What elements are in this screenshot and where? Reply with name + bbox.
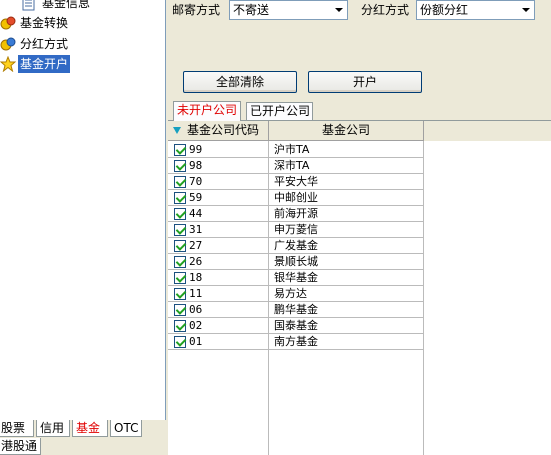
tab-label: 信用 <box>40 421 65 435</box>
table-row[interactable]: 06 鹏华基金 <box>168 302 424 318</box>
company-name-cell: 鹏华基金 <box>274 303 318 316</box>
company-name-cell: 易方达 <box>274 287 307 300</box>
dividend-method-label: 分红方式 <box>361 3 410 17</box>
company-name-cell: 南方基金 <box>274 335 318 348</box>
company-code-cell: 02 <box>189 319 203 332</box>
table-row[interactable]: 26 景顺长城 <box>168 254 424 270</box>
tab-stock[interactable]: 股票 <box>0 420 34 437</box>
column-header-label: 基金公司 <box>321 123 370 137</box>
row-checkbox[interactable] <box>174 272 186 284</box>
company-code-cell: 26 <box>189 255 203 268</box>
navigation-sidebar: 基金信息 基金转换 分红方式 基金开户 股票 信用 基金 OTC 港股通 <box>0 0 166 455</box>
document-icon <box>21 0 37 11</box>
sort-descending-icon <box>173 127 181 134</box>
table-row[interactable]: 01 南方基金 <box>168 334 424 350</box>
tab-label: 港股通 <box>1 439 38 453</box>
sidebar-tab-strip: 股票 信用 基金 OTC 港股通 <box>0 420 166 455</box>
tab-label: 基金 <box>76 421 101 435</box>
tree-item-label: 分红方式 <box>20 37 69 51</box>
table-row[interactable]: 59 中邮创业 <box>168 190 424 206</box>
fund-icon <box>0 15 16 31</box>
company-code-cell: 01 <box>189 335 203 348</box>
company-name-cell: 申万菱信 <box>274 223 318 236</box>
row-checkbox[interactable] <box>174 176 186 188</box>
table-row[interactable]: 11 易方达 <box>168 286 424 302</box>
dividend-method-value: 份额分红 <box>420 3 469 17</box>
company-name-cell: 景顺长城 <box>274 255 318 268</box>
row-checkbox[interactable] <box>174 304 186 316</box>
table-row[interactable]: 27 广发基金 <box>168 238 424 254</box>
table-row[interactable]: 70 平安大华 <box>168 174 424 190</box>
dividend-method-select[interactable]: 份额分红 <box>416 0 535 20</box>
row-checkbox[interactable] <box>174 336 186 348</box>
company-name-cell: 沪市TA <box>274 143 310 156</box>
tab-label: 股票 <box>1 421 26 435</box>
company-code-cell: 99 <box>189 143 203 156</box>
company-name-cell: 国泰基金 <box>274 319 318 332</box>
tree-item-label: 基金转换 <box>20 16 69 30</box>
row-checkbox[interactable] <box>174 288 186 300</box>
column-header-code[interactable]: 基金公司代码 <box>168 121 269 141</box>
table-row[interactable]: 31 申万菱信 <box>168 222 424 238</box>
row-checkbox[interactable] <box>174 320 186 332</box>
column-header-label: 基金公司代码 <box>186 123 259 137</box>
fund-account-open-panel: 邮寄方式 不寄送 分红方式 份额分红 全部清除 开户 未开户公司 已开户公司 基… <box>167 0 551 455</box>
company-code-cell: 27 <box>189 239 203 252</box>
table-row[interactable]: 99 沪市TA <box>168 142 424 158</box>
tab-opened-companies[interactable]: 已开户公司 <box>246 102 313 121</box>
company-tab-strip: 未开户公司 已开户公司 <box>173 101 551 121</box>
chevron-down-icon[interactable] <box>517 1 534 19</box>
row-checkbox[interactable] <box>174 160 186 172</box>
tab-hk-connect[interactable]: 港股通 <box>0 438 41 455</box>
company-code-cell: 44 <box>189 207 203 220</box>
row-checkbox[interactable] <box>174 192 186 204</box>
table-row[interactable]: 02 国泰基金 <box>168 318 424 334</box>
row-checkbox[interactable] <box>174 144 186 156</box>
clear-all-button[interactable]: 全部清除 <box>183 71 297 93</box>
company-code-cell: 98 <box>189 159 203 172</box>
open-account-button[interactable]: 开户 <box>308 71 422 93</box>
tab-label: OTC <box>114 421 139 435</box>
grid-header: 基金公司代码 基金公司 <box>168 121 551 141</box>
tab-credit[interactable]: 信用 <box>36 420 70 437</box>
table-row[interactable]: 44 前海开源 <box>168 206 424 222</box>
tab-otc[interactable]: OTC <box>110 420 142 437</box>
tree-item-label: 基金信息 <box>42 0 91 10</box>
mail-method-label: 邮寄方式 <box>172 3 221 17</box>
company-name-cell: 中邮创业 <box>274 191 318 204</box>
tab-fund[interactable]: 基金 <box>72 420 108 437</box>
mail-method-select[interactable]: 不寄送 <box>229 0 348 20</box>
company-code-cell: 31 <box>189 223 203 236</box>
star-icon <box>0 55 17 73</box>
tree-item-label: 基金开户 <box>18 55 71 73</box>
company-name-cell: 前海开源 <box>274 207 318 220</box>
tab-unopened-companies[interactable]: 未开户公司 <box>173 101 241 121</box>
company-code-cell: 06 <box>189 303 203 316</box>
company-name-cell: 平安大华 <box>274 175 318 188</box>
table-row[interactable]: 18 银华基金 <box>168 270 424 286</box>
table-row[interactable]: 98 深市TA <box>168 158 424 174</box>
function-tree: 基金信息 基金转换 分红方式 基金开户 <box>0 0 166 420</box>
fund-icon <box>0 36 16 52</box>
company-code-cell: 11 <box>189 287 203 300</box>
company-name-cell: 深市TA <box>274 159 310 172</box>
row-checkbox[interactable] <box>174 224 186 236</box>
row-checkbox[interactable] <box>174 240 186 252</box>
company-name-cell: 银华基金 <box>274 271 318 284</box>
mail-method-value: 不寄送 <box>233 3 270 17</box>
company-code-cell: 70 <box>189 175 203 188</box>
company-code-cell: 18 <box>189 271 203 284</box>
row-checkbox[interactable] <box>174 256 186 268</box>
fund-company-grid: 基金公司代码 基金公司 99 沪市TA 98 深市TA 70 平安大华 59 中邮创业 44 前海… <box>168 120 551 455</box>
column-header-company[interactable]: 基金公司 <box>269 121 424 141</box>
company-code-cell: 59 <box>189 191 203 204</box>
chevron-down-icon[interactable] <box>330 1 347 19</box>
row-checkbox[interactable] <box>174 208 186 220</box>
company-name-cell: 广发基金 <box>274 239 318 252</box>
